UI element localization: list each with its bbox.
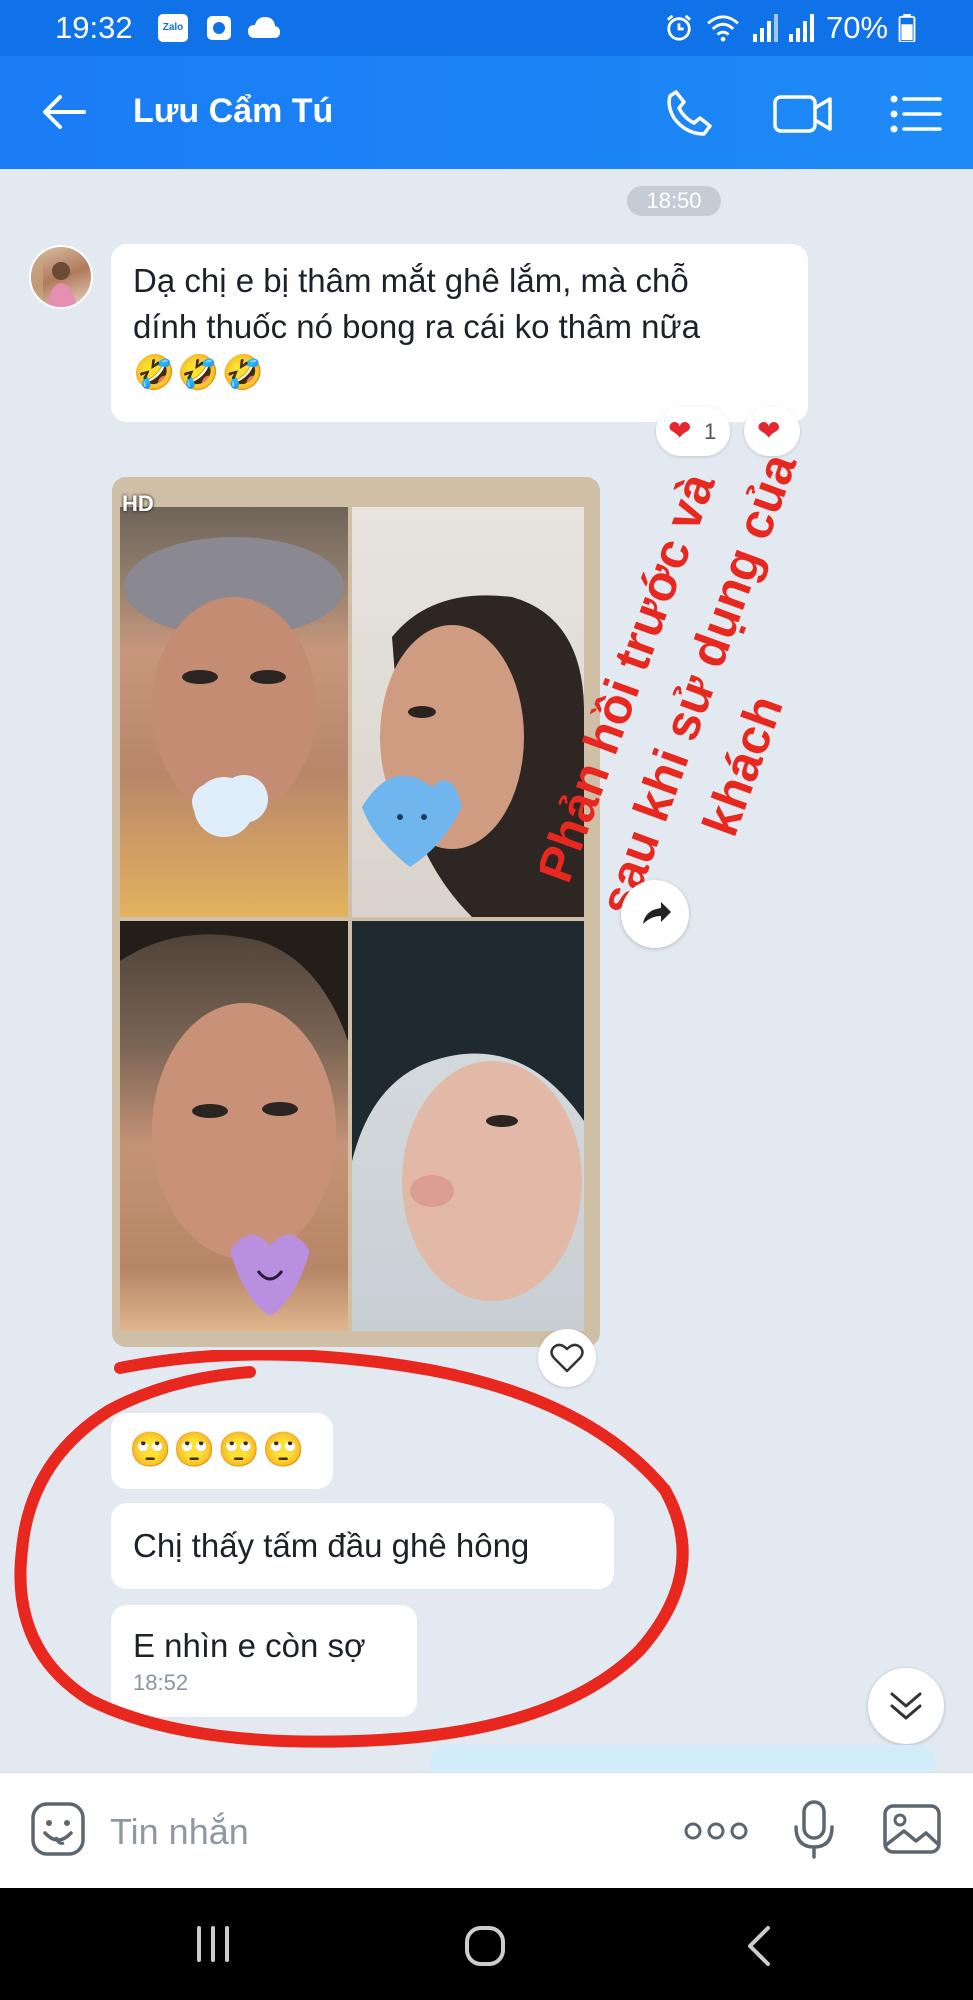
react-heart-button[interactable]: ❤ bbox=[744, 406, 800, 456]
message-bubble-1[interactable]: Dạ chị e bị thâm mắt ghê lắm, mà chỗ dín… bbox=[111, 244, 808, 422]
scroll-to-bottom-button[interactable] bbox=[868, 1668, 944, 1744]
message-emojis: 🤣🤣🤣 bbox=[133, 354, 267, 392]
hd-badge: HD bbox=[122, 491, 154, 516]
message-input-bar: Tin nhắn bbox=[0, 1772, 973, 1888]
share-button[interactable] bbox=[621, 880, 689, 948]
menu-list-icon[interactable] bbox=[890, 94, 942, 134]
status-time: 19:32 bbox=[55, 10, 133, 45]
messenger-notification-icon bbox=[207, 16, 231, 40]
next-message-peek bbox=[430, 1745, 935, 1775]
zalo-notification-icon: Zalo bbox=[158, 14, 188, 42]
alarm-icon bbox=[666, 14, 692, 41]
share-arrow-icon bbox=[643, 902, 671, 924]
reaction-count-badge[interactable]: ❤ 1 bbox=[656, 406, 730, 456]
heart-icon: ❤ bbox=[757, 415, 781, 446]
chat-header: Lưu Cẩm Tú bbox=[0, 56, 973, 169]
double-chevron-down-icon bbox=[890, 1692, 922, 1720]
status-bar: 19:32 Zalo 70% bbox=[0, 0, 973, 56]
battery-icon bbox=[898, 14, 916, 42]
heart-reaction-icon: ❤ bbox=[668, 415, 692, 446]
phone-icon[interactable] bbox=[664, 88, 714, 138]
overlay-annotation: Phản hồi trước và sau khi sử dụng của kh… bbox=[540, 455, 808, 922]
signal-icon-1 bbox=[753, 14, 778, 42]
back-arrow-icon[interactable] bbox=[42, 94, 86, 130]
battery-percent: 70% bbox=[826, 10, 889, 45]
back-nav-icon[interactable] bbox=[744, 1924, 774, 1968]
time-separator: 18:50 bbox=[627, 186, 721, 216]
more-options-icon[interactable] bbox=[684, 1821, 748, 1841]
signal-icon-2 bbox=[789, 14, 814, 42]
system-nav-bar bbox=[0, 1888, 973, 2000]
cloud-icon bbox=[248, 17, 280, 38]
microphone-icon[interactable] bbox=[792, 1799, 836, 1861]
recent-apps-icon[interactable] bbox=[193, 1924, 233, 1964]
image-picker-icon[interactable] bbox=[882, 1803, 942, 1855]
photo-after-front bbox=[120, 921, 348, 1331]
message-text-line-1: Dạ chị e bị thâm mắt ghê lắm, mà chỗ bbox=[133, 262, 689, 299]
home-icon[interactable] bbox=[463, 1924, 507, 1968]
wifi-icon bbox=[707, 15, 739, 42]
photo-before-front bbox=[120, 507, 348, 917]
avatar[interactable] bbox=[29, 245, 93, 309]
video-call-icon[interactable] bbox=[772, 94, 834, 134]
message-text-line-2: dính thuốc nó bong ra cái ko thâm nữa bbox=[133, 308, 700, 345]
sticker-icon[interactable] bbox=[30, 1801, 86, 1857]
reaction-count: 1 bbox=[704, 419, 717, 444]
avatar-image bbox=[31, 247, 77, 307]
photo-message[interactable]: HD bbox=[112, 477, 600, 1347]
red-circle-annotation bbox=[14, 1350, 689, 1748]
contact-name[interactable]: Lưu Cẩm Tú bbox=[133, 92, 333, 131]
message-input[interactable]: Tin nhắn bbox=[110, 1811, 249, 1853]
